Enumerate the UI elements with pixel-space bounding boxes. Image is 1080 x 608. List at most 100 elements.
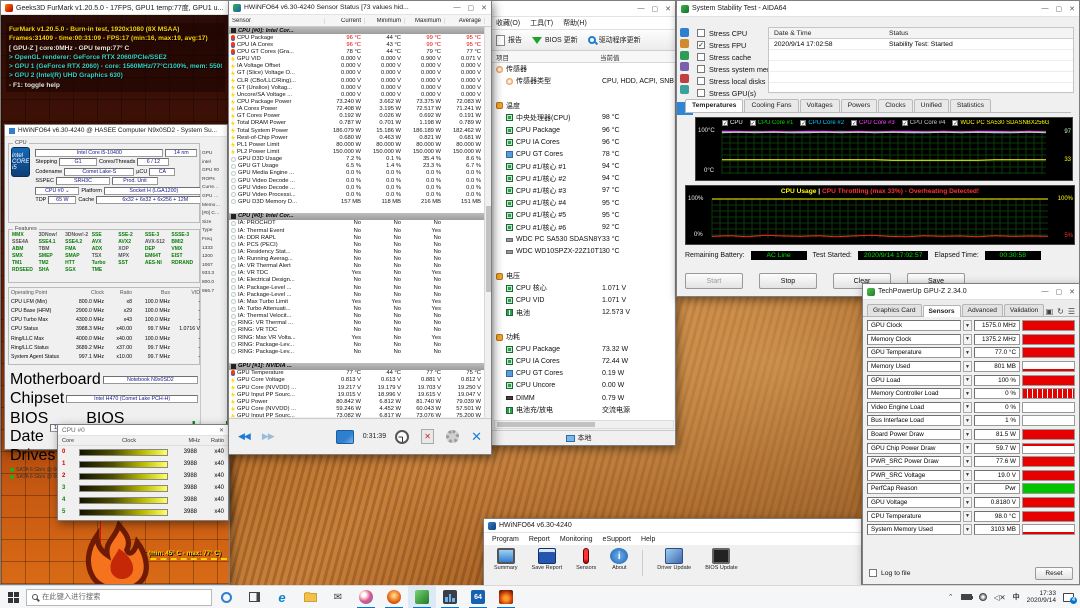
sensor-row[interactable]: IA: Max Turbo LimitYesYesYes	[229, 298, 484, 305]
furmark-titlebar[interactable]: Geeks3D FurMark v1.20.5.0 - 17FPS, GPU1 …	[1, 1, 229, 15]
aida64-titlebar[interactable]: — ▢ ✕	[482, 1, 675, 17]
dropdown-arrow-icon[interactable]: ▼	[963, 388, 972, 399]
settings-gear-icon[interactable]	[446, 430, 459, 443]
sensor-row[interactable]: RING: Package-Lev...NoNoNo	[229, 341, 484, 348]
notification-center-icon[interactable]: 4	[1063, 593, 1074, 602]
sensor-row[interactable]: GPU Media Engine ...0.0 %0.0 %0.0 %0.0 %	[229, 170, 484, 177]
sensor-row[interactable]: IA: Thermal Velocit...NoNoNo	[229, 313, 484, 320]
aida64-row[interactable]: CPU #1/核心 #397 °C	[494, 185, 674, 197]
sensor-row[interactable]: CPU Package Power73.240 W3.662 W73.375 W…	[229, 98, 484, 105]
gpuz-titlebar[interactable]: TechPowerUp GPU-Z 2.34.0 — ▢ ✕	[863, 284, 1079, 300]
gpuz-tab-graphics-card[interactable]: Graphics Card	[867, 304, 922, 316]
dropdown-arrow-icon[interactable]: ▼	[963, 497, 972, 508]
gpuz-log-checkbox[interactable]	[869, 569, 877, 577]
dropdown-arrow-icon[interactable]: ▼	[963, 361, 972, 372]
sensor-row[interactable]: GPU GT Usage6.5 %1.4 %23.3 %6.7 %	[229, 163, 484, 170]
aida64-row[interactable]: CPU VID1.071 V	[494, 295, 674, 307]
summary-titlebar[interactable]: HWiNFO64 v6.30-4240 @ HASEE Computer N9x…	[5, 125, 227, 137]
sensor-row[interactable]: IA: VR Thermal AlertNoNoNo	[229, 263, 484, 270]
hwinfo-tool-summary[interactable]: Summary	[494, 548, 518, 571]
hwinfo-menu-item[interactable]: Program	[492, 536, 519, 543]
aida64-toolbar-down[interactable]: BIOS 更新	[532, 32, 578, 49]
sensor-scrollbar-thumb[interactable]	[486, 206, 491, 292]
sensor-row[interactable]: GPU Core (NVVDD) ...19.217 V19.179 V19.7…	[229, 384, 484, 391]
sensor-row[interactable]: GT (Slice) Voltage O...0.000 V0.000 V0.0…	[229, 70, 484, 77]
sst-tab-cooling-fans[interactable]: Cooling Fans	[744, 99, 798, 112]
camera-icon[interactable]: ▣	[1046, 307, 1054, 316]
refresh-icon[interactable]: ↻	[1057, 307, 1064, 316]
sensor-row[interactable]: GT (Unslice) Voltag...0.000 V0.000 V0.00…	[229, 84, 484, 91]
taskbar-icon-file-explorer[interactable]	[296, 586, 324, 608]
taskbar-icon-hwinfo[interactable]	[436, 586, 464, 608]
aida64-menu-item[interactable]: 帮助(H)	[563, 18, 587, 28]
sensor-row[interactable]: GPU Input PP Sourc...73.082 W6.817 W73.0…	[229, 413, 484, 417]
sst-table-row[interactable]	[769, 61, 1073, 72]
ime-indicator[interactable]: 中	[1013, 592, 1020, 602]
sensor-row[interactable]: IA: Thermal EventNoNoYes	[229, 227, 484, 234]
taskbar-icon-furmark[interactable]	[492, 586, 520, 608]
dropdown-arrow-icon[interactable]: ▼	[963, 456, 972, 467]
sst-table-row[interactable]	[769, 72, 1073, 83]
gpuz-reset-button[interactable]: Reset	[1035, 567, 1073, 580]
aida64-minimize-button[interactable]: —	[638, 5, 645, 12]
aida64-row[interactable]: CPU #1/核心 #495 °C	[494, 197, 674, 209]
aida64-row[interactable]: CPU GT Cores78 °C	[494, 148, 674, 160]
cpu0-titlebar[interactable]: CPU #0 ✕	[58, 425, 228, 436]
aida64-row[interactable]: CPU IA Cores96 °C	[494, 136, 674, 148]
sst-tab-temperatures[interactable]: Temperatures	[685, 99, 743, 112]
dropdown-arrow-icon[interactable]: ▼	[963, 375, 972, 386]
sst-minimize-button[interactable]: —	[1042, 5, 1049, 12]
sst-maximize-button[interactable]: ▢	[1056, 5, 1063, 13]
sst-tab-clocks[interactable]: Clocks	[878, 99, 912, 112]
sensor-row[interactable]: IA: VR TDCYesNoYes	[229, 270, 484, 277]
gpuz-tab-validation[interactable]: Validation	[1004, 304, 1044, 316]
aida64-row[interactable]: CPU IA Cores72.44 W	[494, 356, 674, 368]
aida64-row[interactable]: CPU GT Cores0.19 W	[494, 368, 674, 380]
sensor-titlebar[interactable]: HWiNFO64 v6.30-4240 Sensor Status [73 va…	[229, 1, 491, 15]
hwinfo-menu-item[interactable]: eSupport	[603, 536, 631, 543]
sensor-close-tool-icon[interactable]: ✕	[468, 426, 485, 448]
aida64-row[interactable]: CPU #1/核心 #595 °C	[494, 209, 674, 221]
taskbar-icon-cortana[interactable]	[212, 586, 240, 608]
sst-table-row[interactable]	[769, 50, 1073, 61]
sensor-row[interactable]: Total System Power186.079 W15.186 W186.1…	[229, 127, 484, 134]
sensor-row[interactable]: IA: Electrical Design...NoNoNo	[229, 277, 484, 284]
sensor-group-header[interactable]: CPU [#0]: Intel Cor...	[229, 213, 484, 220]
aida64-row[interactable]: CPU Package96 °C	[494, 124, 674, 136]
aida64-hscrollbar[interactable]	[494, 420, 674, 429]
dropdown-arrow-icon[interactable]: ▼	[963, 483, 972, 494]
sensor-group-header[interactable]: GPU [#1]: NVIDIA ...	[229, 363, 484, 370]
legend-item[interactable]: ✓CPU Core #3	[851, 120, 895, 126]
aida64-maximize-button[interactable]: ▢	[652, 5, 659, 13]
sensor-row[interactable]: GPU Video Processi...0.0 %0.0 %0.0 %0.0 …	[229, 191, 484, 198]
sensor-minimize-button[interactable]: —	[454, 4, 461, 11]
sensor-scrollbar[interactable]	[484, 27, 491, 417]
aida64-row[interactable]: CPU #1/核心 #692 °C	[494, 221, 674, 233]
aida64-menu-item[interactable]: 收藏(O)	[496, 18, 520, 28]
sensor-row[interactable]: CPU Package96 °C44 °C99 °C95 °C	[229, 34, 484, 41]
cpu0-close-button[interactable]: ✕	[219, 427, 224, 434]
taskbar-icon-edge[interactable]: e	[268, 586, 296, 608]
taskbar-icon-gpu-z[interactable]	[408, 586, 436, 608]
aida64-row[interactable]: 电压	[494, 270, 674, 282]
aida64-row[interactable]: CPU Package73.32 W	[494, 343, 674, 355]
logging-report-icon[interactable]: ✕	[421, 429, 434, 444]
sensor-row[interactable]: GPU D3D Usage7.2 %0.1 %35.4 %8.6 %	[229, 156, 484, 163]
sst-tab-unified[interactable]: Unified	[914, 99, 949, 112]
hwinfo-tool-driver-update[interactable]: Driver Update	[657, 548, 691, 571]
aida64-row[interactable]: CPU Uncore0.00 W	[494, 380, 674, 392]
sensor-row[interactable]: IA Voltage Offset0.000 V0.000 V0.000 V0.…	[229, 63, 484, 70]
sst-table-row[interactable]: 2020/9/14 17:02:58Stability Test: Starte…	[769, 39, 1073, 50]
sensor-row[interactable]: GPU D3D Memory D...157 MB118 MB216 MB151…	[229, 198, 484, 205]
sensor-row[interactable]: IA: Turbo Attenuati...NoNoYes	[229, 305, 484, 312]
aida64-toolbar-doc[interactable]: 报告	[496, 35, 522, 46]
aida64-row[interactable]: WDC WD10SPZX-22Z10T130 °C	[494, 246, 674, 258]
aida64-menu-item[interactable]: 工具(T)	[530, 18, 553, 28]
sst-button-stop[interactable]: Stop	[759, 273, 817, 289]
aida64-row[interactable]: 电池12.573 V	[494, 307, 674, 319]
sensor-row[interactable]: Rest-of-Chip Power0.680 W0.463 W0.821 W0…	[229, 134, 484, 141]
hwinfo-menu-item[interactable]: Help	[641, 536, 655, 543]
sensor-maximize-button[interactable]: ▢	[468, 4, 475, 12]
sensor-row[interactable]: IA: Running Averag...NoNoNo	[229, 256, 484, 263]
dropdown-arrow-icon[interactable]: ▼	[963, 443, 972, 454]
